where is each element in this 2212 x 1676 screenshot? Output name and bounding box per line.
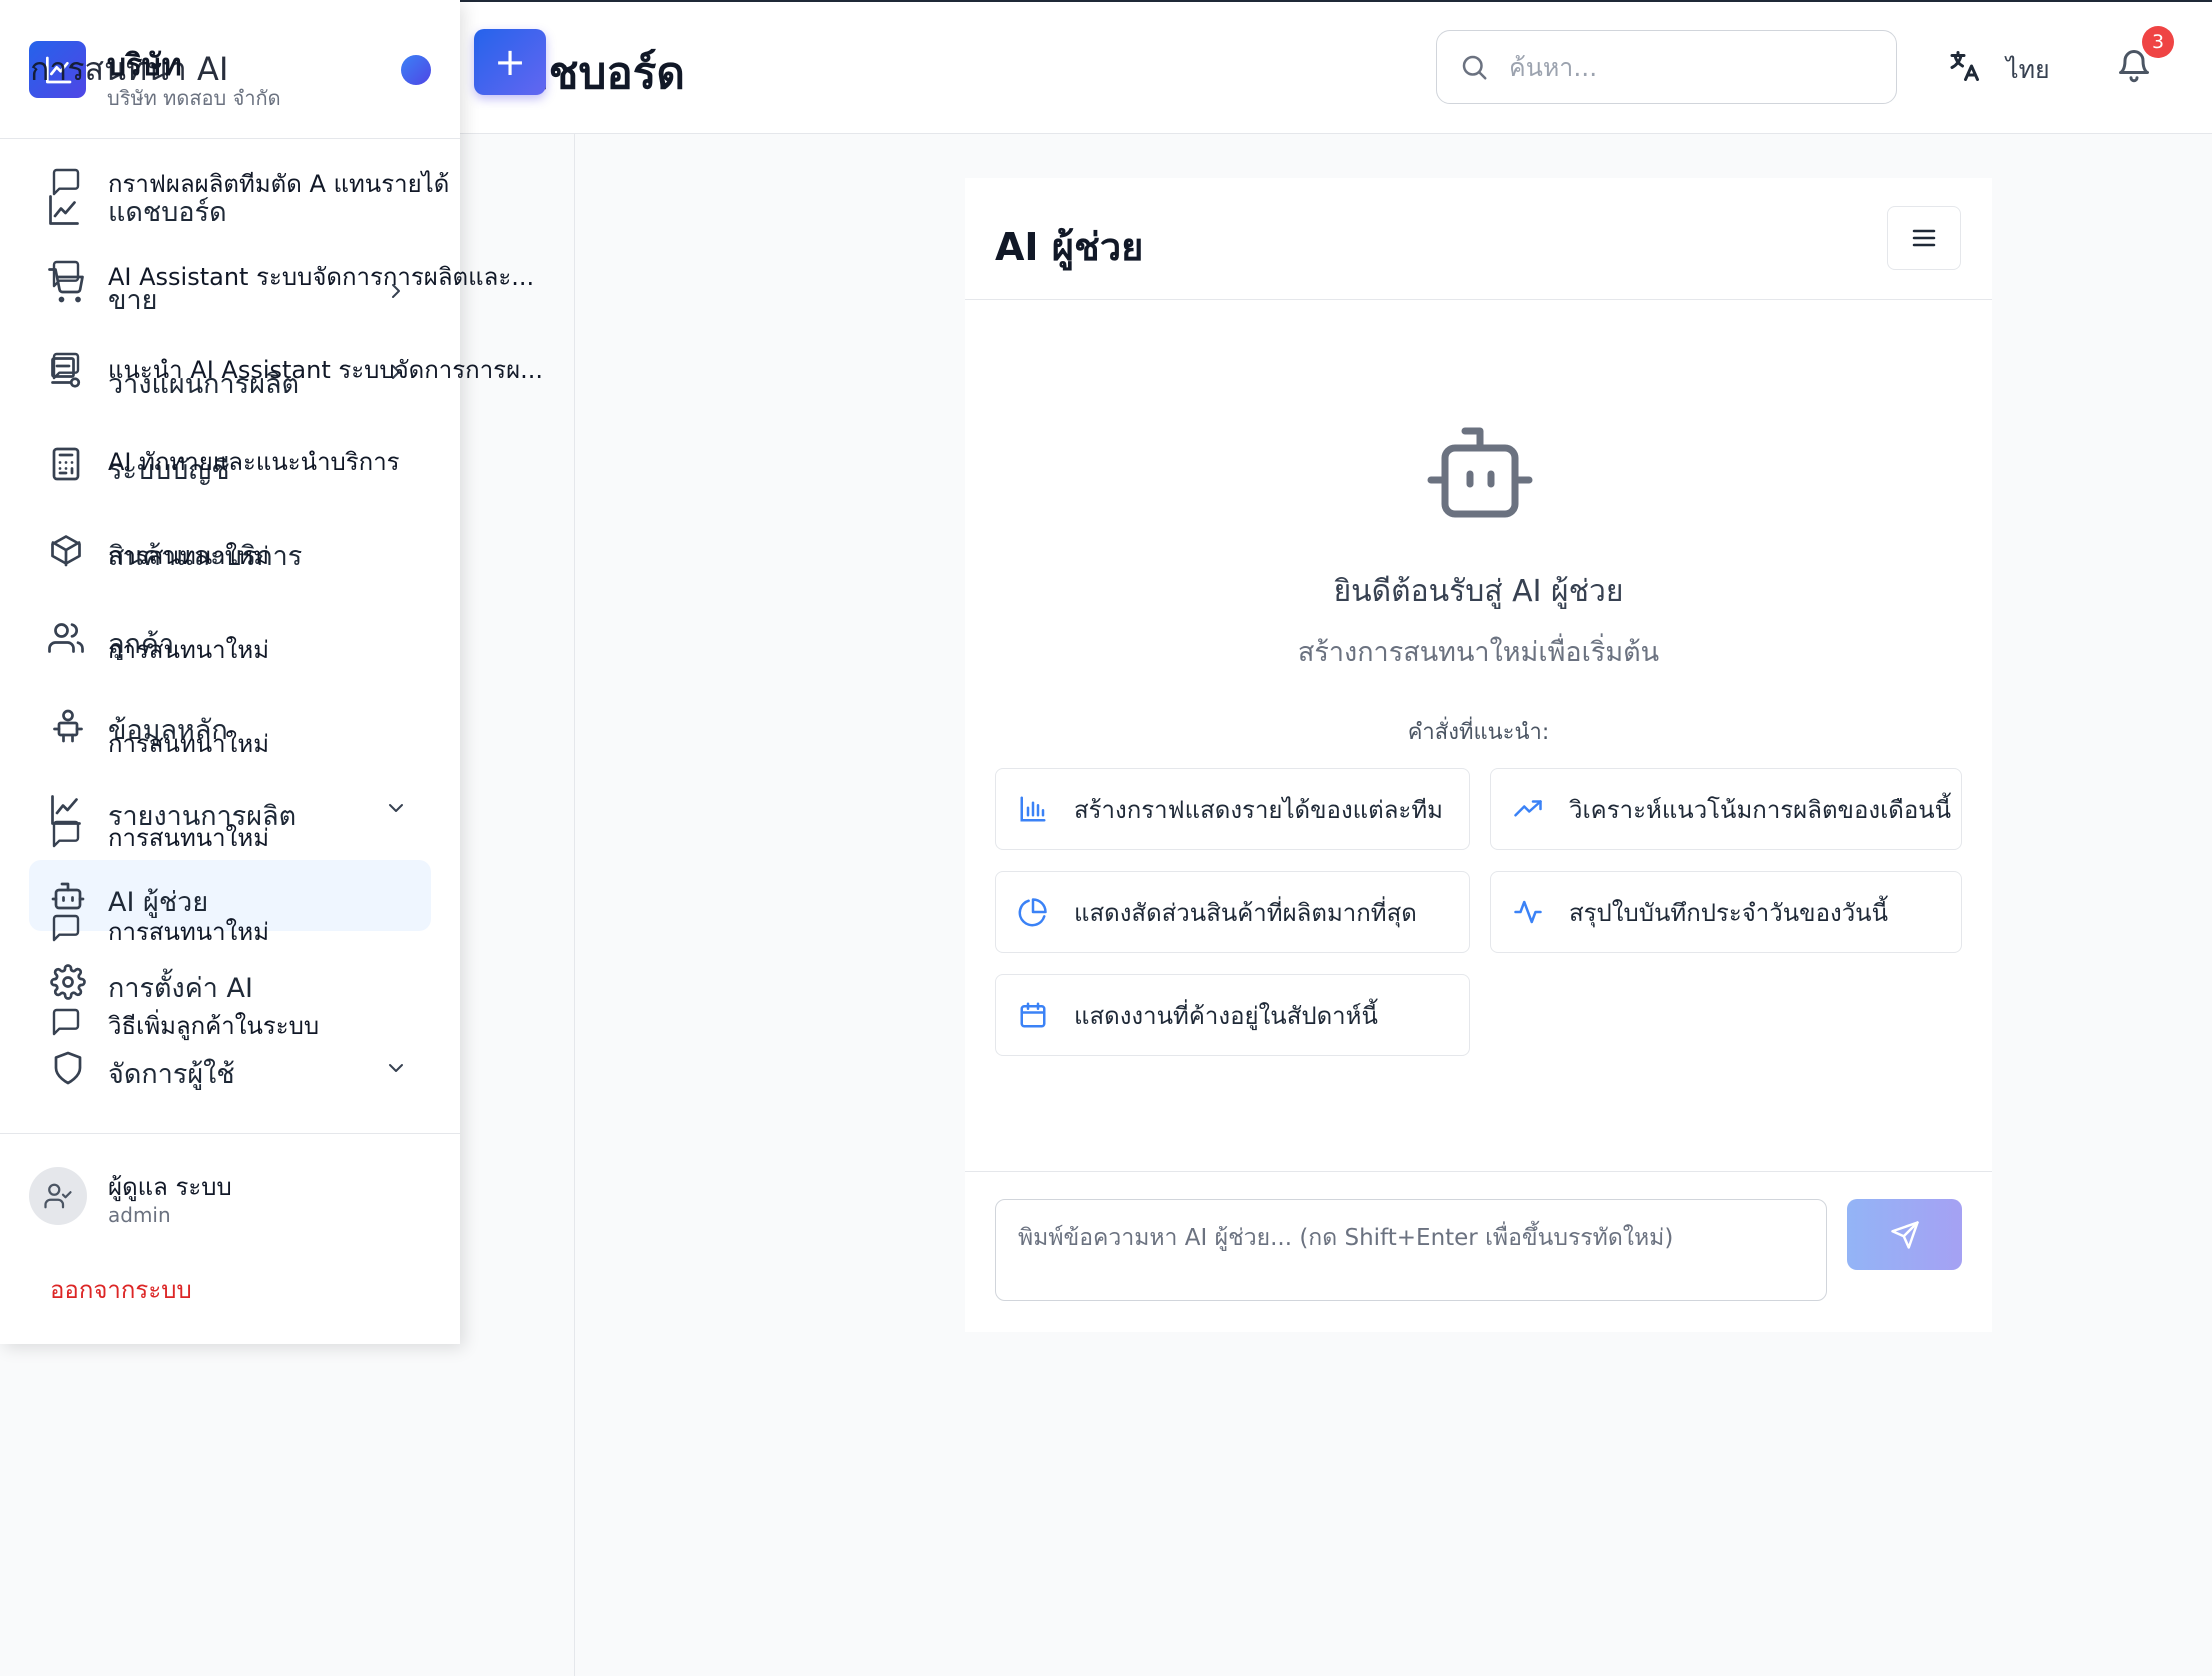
- suggestions-label: คำสั่งที่แนะนำ:: [1407, 720, 1550, 745]
- shield-icon: [50, 1050, 86, 1086]
- calculator-icon: [48, 446, 84, 482]
- suggestion-label: สร้างกราฟแสดงรายได้ของแต่ละทีม: [1074, 795, 1443, 824]
- activity-icon: [1513, 897, 1543, 927]
- sidebar-item-user-management[interactable]: จัดการผู้ใช้: [108, 1052, 235, 1095]
- search-input[interactable]: [1509, 52, 1889, 82]
- trending-up-icon: [1513, 794, 1543, 824]
- chat-history-item[interactable]: แนะนำ AI Assistant ระบบจัดการการผ...: [108, 350, 543, 389]
- chat-history-item[interactable]: การสนทนาใหม่: [108, 912, 269, 951]
- suggestion-label: วิเคราะห์แนวโน้มการผลิตของเดือนนี้: [1569, 795, 1952, 824]
- chat-history-item[interactable]: กราฟผลผลิตทีมตัด A แทนรายได้: [108, 164, 449, 203]
- suggestion-label: สรุปใบบันทึกประจำวันของวันนี้: [1569, 898, 1888, 927]
- sidebar-footer-divider: [0, 1133, 460, 1134]
- message-icon: [50, 258, 86, 294]
- search-box[interactable]: [1436, 30, 1897, 104]
- content-divider: [574, 134, 575, 1676]
- suggestion-button[interactable]: สรุปใบบันทึกประจำวันของวันนี้: [1490, 871, 1962, 953]
- chat-history-item[interactable]: AI Assistant ระบบจัดการการผลิตและ...: [108, 257, 534, 296]
- chat-history-item[interactable]: AI ทักทายและแนะนำบริการ: [108, 442, 400, 481]
- message-icon: [50, 912, 86, 948]
- logout-button[interactable]: ออกจากระบบ: [50, 1270, 192, 1309]
- avatar[interactable]: [29, 1167, 87, 1225]
- box-icon: [48, 532, 84, 568]
- suggestion-button[interactable]: แสดงสัดส่วนสินค้าที่ผลิตมากที่สุด: [995, 871, 1470, 953]
- gear-icon: [50, 964, 86, 1000]
- notification-badge: 3: [2142, 26, 2174, 58]
- robot-icon: [50, 878, 86, 914]
- language-selector[interactable]: ไทย: [2006, 50, 2050, 90]
- new-chat-button[interactable]: +: [474, 29, 546, 95]
- status-indicator: [401, 55, 431, 85]
- sidebar-item-ai-settings[interactable]: การตั้งค่า AI: [108, 966, 253, 1009]
- users-icon: [48, 620, 84, 656]
- message-input[interactable]: [995, 1199, 1827, 1301]
- chevron-down-icon[interactable]: [384, 796, 408, 820]
- chat-menu-button[interactable]: [1887, 206, 1961, 270]
- menu-icon: [1911, 227, 1937, 249]
- chat-header: AI ผู้ช่วย: [965, 178, 1992, 300]
- suggestion-button[interactable]: สร้างกราฟแสดงรายได้ของแต่ละทีม: [995, 768, 1470, 850]
- chat-composer: [965, 1171, 1992, 1332]
- sidebar-header: บริษัท การสนทนา AI บริษัท ทดสอบ จำกัด: [0, 0, 460, 139]
- factory-icon: [50, 708, 86, 744]
- pie-chart-icon: [1018, 897, 1048, 927]
- send-button[interactable]: [1847, 1199, 1962, 1270]
- bar-chart-icon: [1018, 794, 1048, 824]
- message-icon: [50, 166, 86, 202]
- message-icon: [50, 1006, 86, 1042]
- chat-history-item[interactable]: วิธีเพิ่มลูกค้าในระบบ: [108, 1006, 319, 1045]
- sidebar: บริษัท การสนทนา AI บริษัท ทดสอบ จำกัด แด…: [0, 0, 543, 1344]
- user-role: admin: [108, 1203, 171, 1227]
- chat-history-item[interactable]: การสนทนาใหม่: [108, 536, 269, 575]
- chevron-down-icon[interactable]: [384, 1056, 408, 1080]
- message-icon: [50, 350, 86, 386]
- chat-title: AI ผู้ช่วย: [995, 225, 1144, 269]
- robot-icon: [1425, 426, 1535, 520]
- calendar-icon: [1018, 1000, 1048, 1030]
- chat-panel: AI ผู้ช่วย ยินดีต้อนรับสู่ AI ผู้ช่วย สร…: [965, 178, 1992, 1332]
- welcome-subtitle: สร้างการสนทนาใหม่เพื่อเริ่มต้น: [1297, 637, 1660, 668]
- chat-history-item[interactable]: การสนทนาใหม่: [108, 818, 269, 857]
- message-icon: [50, 818, 86, 854]
- suggestion-label: แสดงสัดส่วนสินค้าที่ผลิตมากที่สุด: [1074, 898, 1417, 927]
- chat-history-item[interactable]: การสนทนาใหม่: [108, 630, 269, 669]
- suggestion-button[interactable]: แสดงงานที่ค้างอยู่ในสัปดาห์นี้: [995, 974, 1470, 1056]
- suggestion-label: แสดงงานที่ค้างอยู่ในสัปดาห์นี้: [1074, 1001, 1378, 1030]
- chat-history-item[interactable]: การสนทนาใหม่: [108, 724, 269, 763]
- suggestion-button[interactable]: วิเคราะห์แนวโน้มการผลิตของเดือนนี้: [1490, 768, 1962, 850]
- search-icon: [1459, 52, 1489, 82]
- user-name: ผู้ดูแล ระบบ: [108, 1173, 232, 1201]
- translate-icon[interactable]: [1946, 48, 1982, 84]
- company-subtitle: บริษัท ทดสอบ จำกัด: [107, 86, 281, 110]
- welcome-title: ยินดีต้อนรับสู่ AI ผู้ช่วย: [1333, 574, 1624, 609]
- user-check-icon: [43, 1181, 73, 1211]
- send-icon: [1890, 1220, 1920, 1250]
